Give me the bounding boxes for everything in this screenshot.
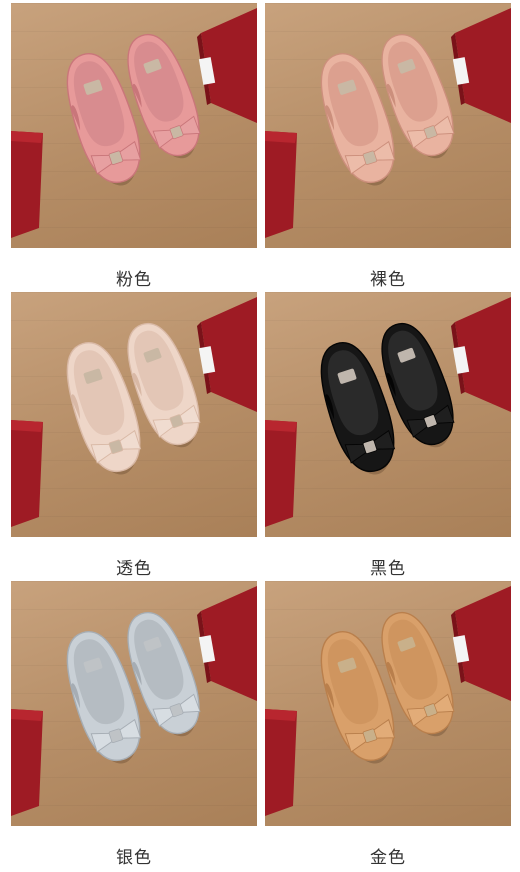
- product-illustration: [11, 8, 257, 238]
- gift-box: [11, 131, 43, 238]
- gift-box-top: [11, 709, 43, 721]
- product-photo: [265, 3, 511, 248]
- product-illustration: [265, 8, 511, 238]
- color-label: 粉色: [116, 270, 152, 290]
- product-illustration: [265, 586, 511, 816]
- product-card-black[interactable]: 黑色: [265, 292, 511, 582]
- gift-box-top: [265, 709, 297, 721]
- color-label: 银色: [116, 848, 152, 868]
- product-photo: [11, 581, 257, 826]
- gift-box: [265, 420, 297, 527]
- gift-box-top: [265, 131, 297, 143]
- product-photo: [265, 581, 511, 826]
- product-illustration: [11, 297, 257, 527]
- color-label: 裸色: [370, 270, 406, 290]
- product-card-pink[interactable]: 粉色: [11, 3, 257, 293]
- product-illustration: [265, 297, 511, 527]
- gift-box: [11, 420, 43, 527]
- gift-box-top: [11, 131, 43, 143]
- gift-box: [265, 131, 297, 238]
- product-photo: [11, 292, 257, 537]
- product-photo: [11, 3, 257, 248]
- gift-box-top: [265, 420, 297, 432]
- gift-box: [11, 709, 43, 816]
- color-label: 黑色: [370, 559, 406, 579]
- color-label: 金色: [370, 848, 406, 868]
- product-color-grid: 粉色 裸色 透色 黑色 银色 金色: [0, 0, 520, 872]
- gift-box-top: [11, 420, 43, 432]
- product-card-clear[interactable]: 透色: [11, 292, 257, 582]
- gift-box: [265, 709, 297, 816]
- product-photo: [265, 292, 511, 537]
- color-label: 透色: [116, 559, 152, 579]
- product-card-silver[interactable]: 银色: [11, 581, 257, 871]
- product-card-gold[interactable]: 金色: [265, 581, 511, 871]
- product-card-nude[interactable]: 裸色: [265, 3, 511, 293]
- product-illustration: [11, 586, 257, 816]
